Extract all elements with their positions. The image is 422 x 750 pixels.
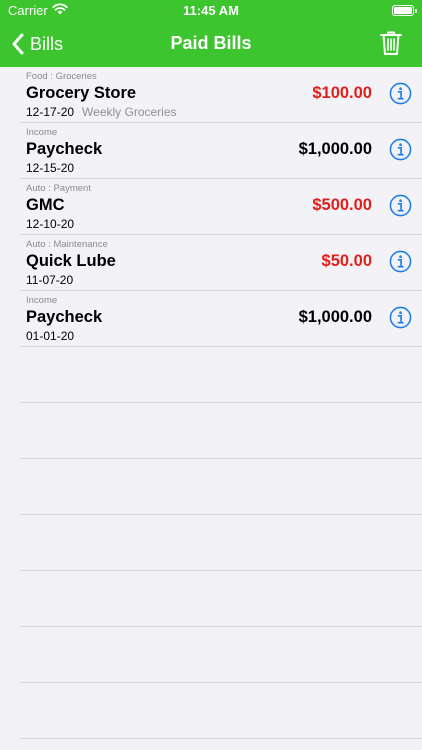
empty-row — [20, 403, 422, 459]
bill-row[interactable]: Food : Groceries Grocery Store 12-17-20 W… — [20, 67, 422, 123]
bill-name: Paycheck — [26, 308, 103, 326]
bill-date: 12-17-20 — [26, 105, 75, 119]
bill-category: Income — [26, 127, 58, 138]
bill-row[interactable]: Income Paycheck 12-15-20 $1,000.00 — [20, 123, 422, 179]
bill-name: Quick Lube — [26, 252, 116, 270]
empty-row — [20, 683, 422, 739]
bill-name: Grocery Store — [26, 84, 137, 102]
bill-amount: $1,000.00 — [298, 140, 372, 158]
bill-note: Weekly Groceries — [82, 105, 177, 119]
bill-name: Paycheck — [26, 140, 103, 158]
bill-details: 12-10-20 — [26, 217, 74, 231]
status-time: 11:45 AM — [183, 3, 239, 18]
bill-details: 12-17-20 Weekly Groceries — [26, 105, 177, 119]
empty-row — [20, 571, 422, 627]
bill-row[interactable]: Income Paycheck 01-01-20 $1,000.00 — [20, 291, 422, 347]
bill-category: Auto : Payment — [26, 183, 91, 194]
info-icon[interactable] — [389, 306, 412, 329]
bill-details: 11-07-20 — [26, 273, 73, 287]
bill-row[interactable]: Auto : Payment GMC 12-10-20 $500.00 — [20, 179, 422, 235]
bill-amount: $50.00 — [321, 252, 372, 270]
battery-icon — [392, 5, 417, 16]
bill-category: Food : Groceries — [26, 71, 97, 82]
bill-date: 12-15-20 — [26, 161, 75, 175]
empty-row — [20, 347, 422, 403]
trash-icon[interactable] — [380, 30, 402, 56]
info-icon[interactable] — [389, 194, 412, 217]
empty-row — [20, 515, 422, 571]
bill-category: Auto : Maintenance — [26, 239, 108, 250]
bill-category: Income — [26, 295, 58, 306]
info-icon[interactable] — [389, 82, 412, 105]
status-bar: Carrier 11:45 AM — [0, 0, 422, 22]
bill-amount: $1,000.00 — [298, 308, 372, 326]
bill-date: 11-07-20 — [26, 273, 74, 287]
bill-name: GMC — [26, 196, 65, 214]
bill-details: 01-01-20 — [26, 329, 74, 343]
empty-row — [20, 627, 422, 683]
page-title: Paid Bills — [170, 33, 252, 53]
bill-details: 12-15-20 — [26, 161, 74, 175]
info-icon[interactable] — [389, 250, 412, 273]
bill-amount: $100.00 — [312, 84, 372, 102]
nav-bar: Carrier 11:45 AM Bills Paid Bills — [0, 0, 422, 67]
bill-row[interactable]: Auto : Maintenance Quick Lube 11-07-20 $… — [20, 235, 422, 291]
bill-date: 01-01-20 — [26, 329, 75, 343]
paid-bills-list: Food : Groceries Grocery Store 12-17-20 W… — [0, 67, 422, 739]
bill-amount: $500.00 — [312, 196, 372, 214]
info-icon[interactable] — [389, 138, 412, 161]
bill-date: 12-10-20 — [26, 217, 75, 231]
empty-row — [20, 459, 422, 515]
